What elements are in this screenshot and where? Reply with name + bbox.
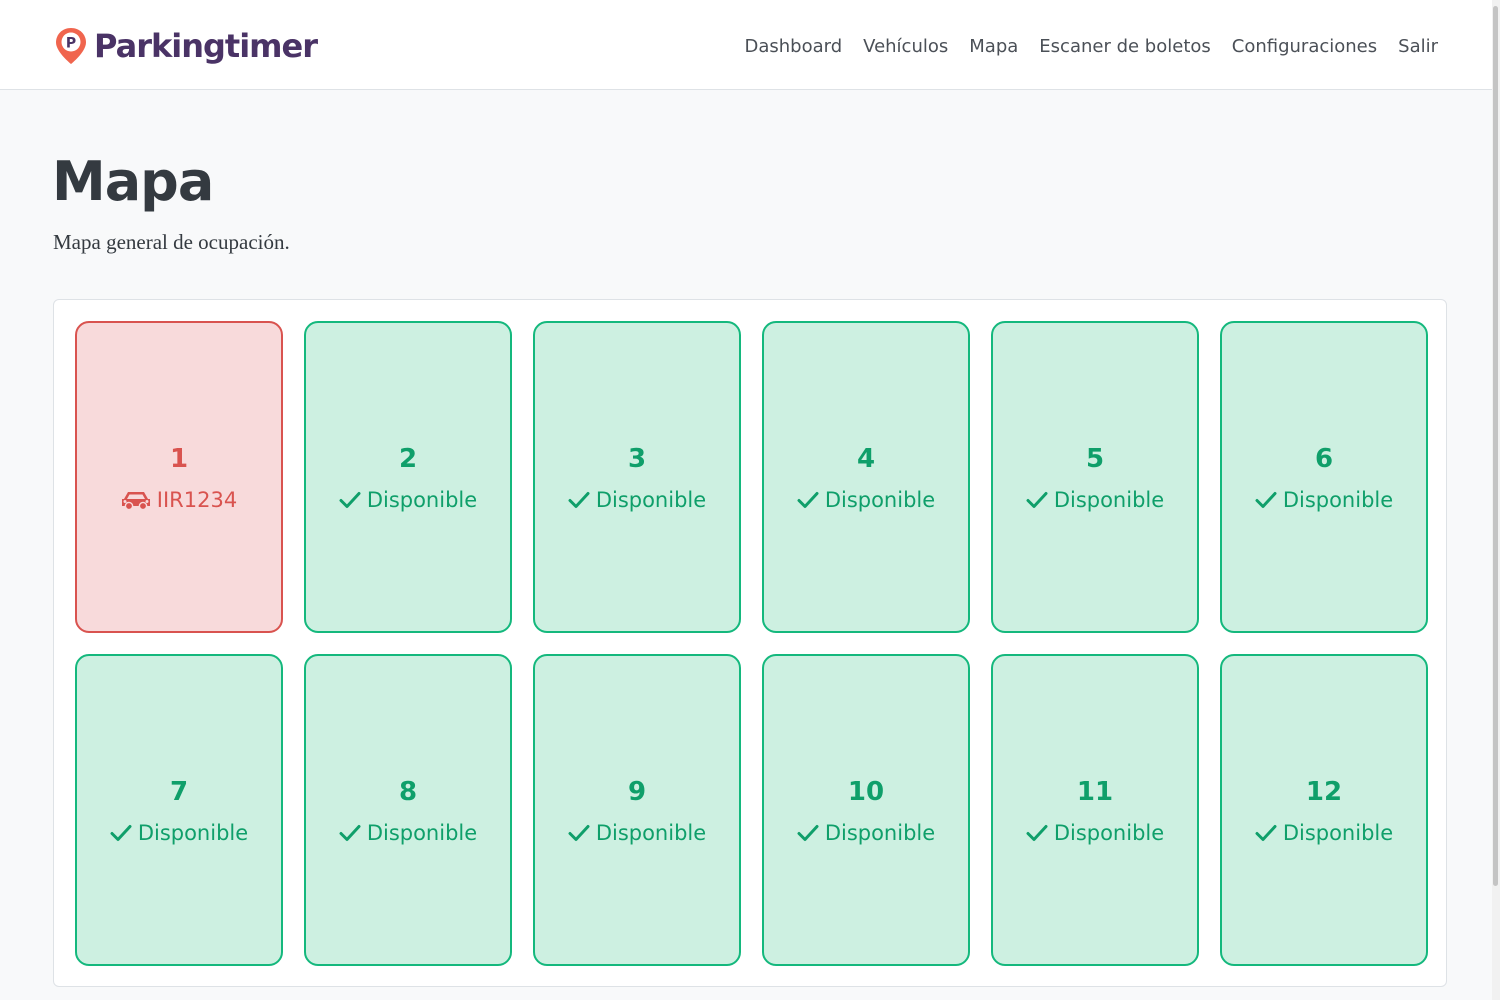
check-icon <box>1026 491 1048 508</box>
brand-logo-link[interactable]: P Parkingtimer <box>54 24 318 68</box>
spot-status: Disponible <box>1026 820 1164 846</box>
parking-spot-available[interactable]: 6 Disponible <box>1220 321 1428 633</box>
main-nav: Dashboard Vehículos Mapa Escaner de boletos… <box>745 30 1439 62</box>
spot-number: 1 <box>169 443 189 474</box>
nav-escaner-boletos[interactable]: Escaner de boletos <box>1039 36 1210 57</box>
spot-status: Disponible <box>797 487 935 513</box>
parking-spot-occupied[interactable]: 1 IIR1234 <box>75 321 283 633</box>
check-icon <box>568 824 590 841</box>
spot-number: 8 <box>398 776 418 807</box>
spot-status-label: Disponible <box>595 487 707 512</box>
navbar: P Parkingtimer Dashboard Vehículos Mapa Esc… <box>0 0 1500 90</box>
spot-status-label: Disponible <box>824 487 936 512</box>
spot-number: 9 <box>627 776 647 807</box>
spot-status: Disponible <box>339 820 477 846</box>
check-icon <box>339 824 361 841</box>
nav-vehiculos[interactable]: Vehículos <box>863 36 948 57</box>
spot-status: Disponible <box>568 820 706 846</box>
spot-status-label: Disponible <box>137 820 249 845</box>
spot-status: Disponible <box>1255 820 1393 846</box>
spot-status: Disponible <box>110 820 248 846</box>
spot-number: 4 <box>856 443 876 474</box>
page-title: Mapa <box>52 150 214 213</box>
spot-status-label: Disponible <box>824 820 936 845</box>
parking-map-card: 1 IIR1234 2 Disponible 3 Disponible 4 Disponibl… <box>53 299 1447 987</box>
check-icon <box>568 491 590 508</box>
parking-spot-available[interactable]: 4 Disponible <box>762 321 970 633</box>
spot-plate-label: IIR1234 <box>156 487 238 512</box>
check-icon <box>1026 824 1048 841</box>
check-icon <box>1255 491 1277 508</box>
spot-number: 10 <box>847 776 885 807</box>
car-icon <box>121 491 150 510</box>
spot-number: 2 <box>398 443 418 474</box>
spot-status: Disponible <box>797 820 935 846</box>
nav-configuraciones[interactable]: Configuraciones <box>1232 36 1377 57</box>
parking-spot-available[interactable]: 12 Disponible <box>1220 654 1428 966</box>
spot-number: 11 <box>1076 776 1114 807</box>
spot-status: Disponible <box>1026 487 1164 513</box>
spot-status: Disponible <box>339 487 477 513</box>
nav-salir[interactable]: Salir <box>1398 36 1438 57</box>
brand-name: Parkingtimer <box>94 27 318 65</box>
spot-status-label: Disponible <box>366 820 478 845</box>
spot-number: 5 <box>1085 443 1105 474</box>
scrollbar-thumb[interactable] <box>1493 6 1498 886</box>
nav-mapa[interactable]: Mapa <box>969 36 1018 57</box>
check-icon <box>339 491 361 508</box>
spot-number: 12 <box>1305 776 1343 807</box>
spot-status: IIR1234 <box>121 487 237 513</box>
check-icon <box>110 824 132 841</box>
page-scrollbar[interactable] <box>1492 0 1500 1000</box>
spot-status-label: Disponible <box>1053 487 1165 512</box>
spot-status-label: Disponible <box>595 820 707 845</box>
spot-status: Disponible <box>1255 487 1393 513</box>
parking-spot-available[interactable]: 2 Disponible <box>304 321 512 633</box>
parking-spot-grid: 1 IIR1234 2 Disponible 3 Disponible 4 Disponibl… <box>75 321 1428 966</box>
parking-spot-available[interactable]: 11 Disponible <box>991 654 1199 966</box>
page-subtitle: Mapa general de ocupación. <box>53 230 290 254</box>
parking-spot-available[interactable]: 7 Disponible <box>75 654 283 966</box>
check-icon <box>1255 824 1277 841</box>
parking-spot-available[interactable]: 5 Disponible <box>991 321 1199 633</box>
nav-dashboard[interactable]: Dashboard <box>745 36 843 57</box>
check-icon <box>797 491 819 508</box>
parking-spot-available[interactable]: 8 Disponible <box>304 654 512 966</box>
spot-number: 7 <box>169 776 189 807</box>
parking-spot-available[interactable]: 9 Disponible <box>533 654 741 966</box>
spot-status-label: Disponible <box>366 487 478 512</box>
spot-status-label: Disponible <box>1282 487 1394 512</box>
parking-spot-available[interactable]: 3 Disponible <box>533 321 741 633</box>
parking-spot-available[interactable]: 10 Disponible <box>762 654 970 966</box>
spot-status-label: Disponible <box>1053 820 1165 845</box>
parking-pin-icon: P <box>56 28 86 64</box>
spot-status: Disponible <box>568 487 706 513</box>
spot-number: 6 <box>1314 443 1334 474</box>
logo-letter: P <box>66 36 76 52</box>
check-icon <box>797 824 819 841</box>
spot-number: 3 <box>627 443 647 474</box>
spot-status-label: Disponible <box>1282 820 1394 845</box>
